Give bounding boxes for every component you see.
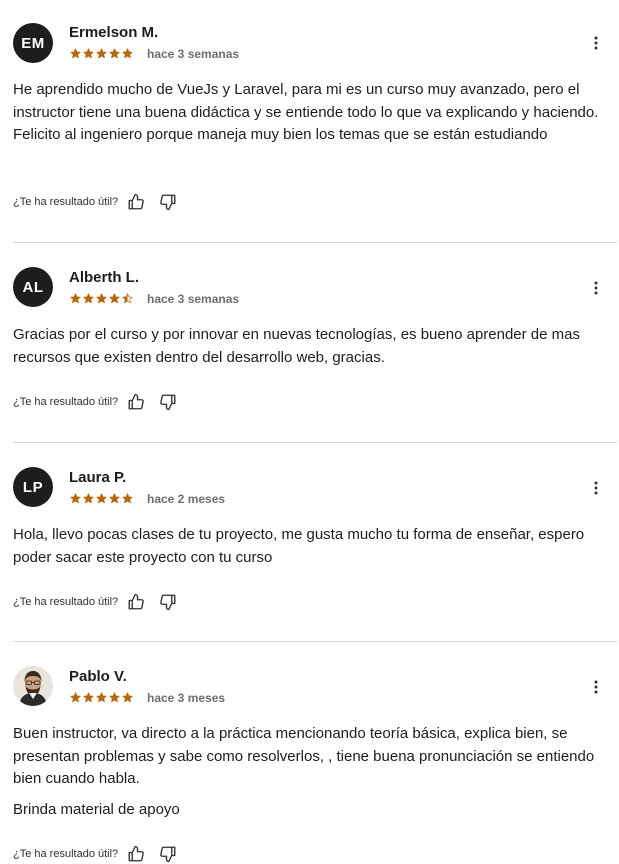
helpful-label: ¿Te ha resultado útil? xyxy=(13,196,119,208)
thumbs-down-icon xyxy=(160,594,176,611)
reviewer-name: Pablo V. xyxy=(69,668,127,685)
review-text: Brinda material de apoyo xyxy=(13,801,180,818)
divider xyxy=(13,442,617,443)
more-vertical-icon xyxy=(594,36,598,50)
star-full-icon xyxy=(122,48,133,59)
reviewer-name: Alberth L. xyxy=(69,269,139,286)
star-full-icon xyxy=(83,293,94,304)
thumbs-down-button[interactable] xyxy=(158,844,178,864)
star-full-icon xyxy=(109,293,120,304)
reviewer-name: Laura P. xyxy=(69,469,127,486)
review-date: hace 3 semanas xyxy=(147,47,240,61)
star-rating xyxy=(70,293,133,304)
star-full-icon xyxy=(70,293,81,304)
thumbs-up-icon xyxy=(128,845,145,862)
thumbs-up-button[interactable] xyxy=(126,192,146,212)
helpful-label: ¿Te ha resultado útil? xyxy=(13,848,119,860)
star-full-icon xyxy=(122,493,133,504)
review-date: hace 3 meses xyxy=(147,691,226,705)
star-rating xyxy=(70,493,133,504)
thumbs-up-icon xyxy=(128,393,145,410)
thumbs-down-button[interactable] xyxy=(158,592,178,612)
star-full-icon xyxy=(96,48,107,59)
star-full-icon xyxy=(70,493,81,504)
more-options-button[interactable] xyxy=(586,478,606,498)
divider xyxy=(13,242,617,243)
review-date: hace 2 meses xyxy=(147,492,226,506)
star-full-icon xyxy=(109,493,120,504)
more-vertical-icon xyxy=(594,281,598,295)
thumbs-down-button[interactable] xyxy=(158,392,178,412)
star-full-icon xyxy=(83,692,94,703)
helpful-label: ¿Te ha resultado útil? xyxy=(13,396,119,408)
star-full-icon xyxy=(109,692,120,703)
user-photo-avatar-icon xyxy=(13,666,53,706)
review-text: He aprendido mucho de VueJs y Laravel, p… xyxy=(13,81,599,143)
thumbs-up-icon xyxy=(128,193,145,210)
avatar xyxy=(13,666,53,706)
star-full-icon xyxy=(96,692,107,703)
star-full-icon xyxy=(96,493,107,504)
thumbs-up-button[interactable] xyxy=(126,592,146,612)
helpful-row: ¿Te ha resultado útil? xyxy=(13,192,190,212)
review-text: Hola, llevo pocas clases de tu proyecto,… xyxy=(13,526,585,566)
star-full-icon xyxy=(122,692,133,703)
star-full-icon xyxy=(109,48,120,59)
star-full-icon xyxy=(83,493,94,504)
helpful-label: ¿Te ha resultado útil? xyxy=(13,596,119,608)
star-full-icon xyxy=(83,48,94,59)
helpful-row: ¿Te ha resultado útil? xyxy=(13,844,190,864)
divider xyxy=(13,641,617,642)
thumbs-down-icon xyxy=(160,846,176,863)
thumbs-up-icon xyxy=(128,593,145,610)
more-options-button[interactable] xyxy=(586,33,606,53)
thumbs-down-button[interactable] xyxy=(158,192,178,212)
avatar: AL xyxy=(13,267,53,307)
star-full-icon xyxy=(96,293,107,304)
more-vertical-icon xyxy=(594,481,598,495)
thumbs-up-button[interactable] xyxy=(126,844,146,864)
review-text: Gracias por el curso y por innovar en nu… xyxy=(13,326,580,366)
more-options-button[interactable] xyxy=(586,278,606,298)
helpful-row: ¿Te ha resultado útil? xyxy=(13,592,190,612)
star-full-icon xyxy=(70,48,81,59)
helpful-row: ¿Te ha resultado útil? xyxy=(13,392,190,412)
thumbs-down-icon xyxy=(160,394,176,411)
avatar: EM xyxy=(13,23,53,63)
thumbs-down-icon xyxy=(160,194,176,211)
star-rating xyxy=(70,48,133,59)
more-vertical-icon xyxy=(594,680,598,694)
star-half-icon xyxy=(122,293,133,304)
more-options-button[interactable] xyxy=(586,677,606,697)
avatar: LP xyxy=(13,467,53,507)
star-rating xyxy=(70,692,133,703)
star-full-icon xyxy=(70,692,81,703)
reviewer-name: Ermelson M. xyxy=(69,24,159,41)
thumbs-up-button[interactable] xyxy=(126,392,146,412)
review-date: hace 3 semanas xyxy=(147,292,240,306)
review-text: Buen instructor, va directo a la práctic… xyxy=(13,725,595,787)
